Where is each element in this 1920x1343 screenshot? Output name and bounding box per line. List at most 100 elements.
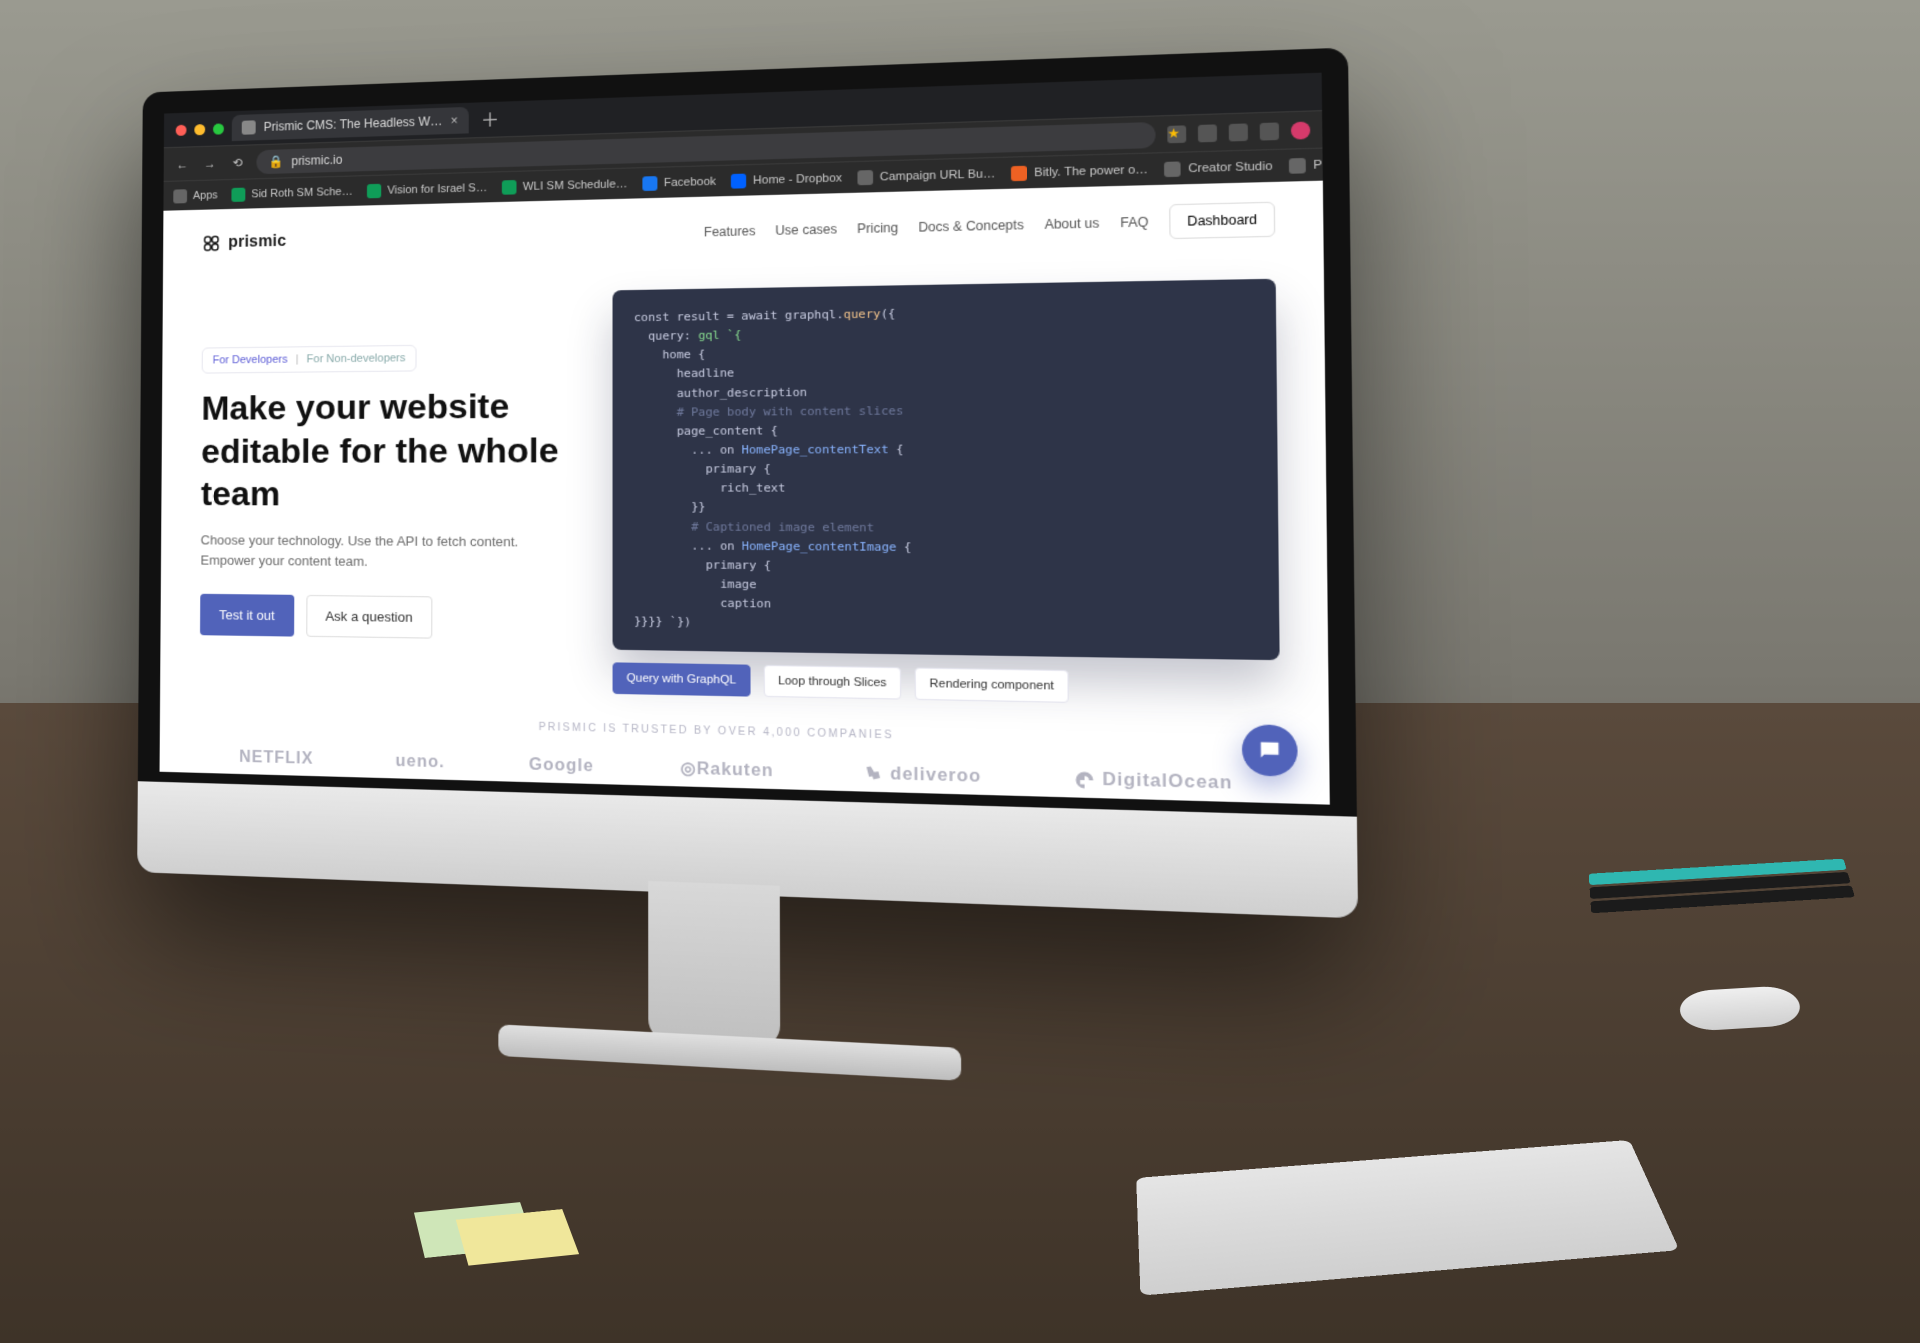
scene-photo: Prismic CMS: The Headless W… × ＋ ← → ⟲ 🔒…	[0, 0, 1920, 1343]
sheets-icon	[367, 183, 381, 198]
hero-right: const result = await graphql.query({ que…	[613, 279, 1281, 708]
code-token: image	[720, 577, 756, 591]
bookmark-item[interactable]: Apps	[173, 188, 217, 203]
monitor-bezel: Prismic CMS: The Headless W… × ＋ ← → ⟲ 🔒…	[137, 47, 1358, 918]
bookmark-item[interactable]: Facebook	[642, 174, 716, 191]
bookmark-item[interactable]: Bitly. The power o…	[1011, 162, 1148, 181]
code-example-tabs: Query with GraphQL Loop through Slices R…	[613, 663, 1070, 704]
divider: |	[296, 353, 299, 365]
bookmark-item[interactable]: WLI SM Schedule…	[502, 176, 628, 194]
code-token: rich_text	[720, 481, 785, 495]
nav-forward-icon[interactable]: →	[201, 156, 219, 170]
code-tab-rendering[interactable]: Rendering component	[915, 668, 1069, 703]
bookmark-item[interactable]: Campaign URL Bu…	[857, 166, 995, 185]
nav-link-pricing[interactable]: Pricing	[857, 220, 898, 236]
bitly-icon	[1011, 165, 1027, 180]
close-window-icon[interactable]	[176, 124, 187, 135]
imac-monitor: Prismic CMS: The Headless W… × ＋ ← → ⟲ 🔒…	[137, 47, 1358, 918]
code-token: primary {	[706, 558, 771, 572]
extension-icon[interactable]	[1291, 121, 1310, 139]
bookmark-item[interactable]: Creator Studio	[1164, 158, 1272, 176]
code-token: {	[889, 442, 904, 456]
hero-left: For Developers | For Non-developers Make…	[200, 291, 570, 693]
nav-link-docs[interactable]: Docs & Concepts	[918, 217, 1024, 234]
bookmark-star-icon[interactable]: ★	[1167, 125, 1186, 143]
primary-nav: Features Use cases Pricing Docs & Concep…	[704, 202, 1275, 249]
code-comment: # Captioned image element	[691, 520, 874, 535]
logo-digitalocean-text: DigitalOcean	[1102, 771, 1233, 794]
monitor-stand	[551, 877, 881, 1118]
audience-tab-developers[interactable]: For Developers	[213, 354, 288, 367]
code-token: graphql	[785, 308, 836, 323]
code-token: .	[836, 308, 843, 322]
logo-rakuten: ◎Rakuten	[680, 758, 773, 782]
browser-tab-active[interactable]: Prismic CMS: The Headless W… ×	[232, 107, 468, 141]
brand-logo[interactable]: prismic	[202, 233, 286, 253]
code-token: }}}} `})	[634, 615, 691, 629]
audience-tab-nondevelopers[interactable]: For Non-developers	[307, 352, 406, 365]
cta-secondary-button[interactable]: Ask a question	[306, 595, 432, 639]
code-tab-graphql[interactable]: Query with GraphQL	[613, 663, 751, 697]
bookmark-item[interactable]: Vision for Israel S…	[367, 180, 487, 198]
nav-back-icon[interactable]: ←	[173, 157, 191, 171]
hero-section: For Developers | For Non-developers Make…	[160, 245, 1329, 720]
extension-icon[interactable]	[1260, 122, 1279, 140]
bookmark-label: Percentage Calcul…	[1313, 155, 1323, 172]
code-token: query:	[648, 329, 691, 343]
facebook-icon	[642, 176, 657, 191]
nav-link-faq[interactable]: FAQ	[1120, 215, 1148, 231]
extension-icon[interactable]	[1229, 123, 1248, 141]
code-snippet-card: const result = await graphql.query({ que…	[613, 279, 1280, 661]
code-comment: # Page body with content slices	[677, 404, 904, 419]
extension-tray: ★	[1167, 121, 1310, 143]
deliveroo-icon	[863, 765, 883, 785]
new-tab-button[interactable]: ＋	[476, 106, 503, 133]
page-content: prismic Features Use cases Pricing Docs …	[160, 181, 1330, 805]
tab-close-icon[interactable]: ×	[451, 113, 458, 127]
logo-rakuten-text: Rakuten	[697, 761, 774, 781]
code-token: {	[896, 540, 911, 554]
brand-name: prismic	[228, 233, 286, 252]
code-token: ... on	[691, 539, 742, 553]
nav-reload-icon[interactable]: ⟲	[229, 155, 247, 170]
code-token: ({	[881, 307, 896, 321]
logo-ueno: ueno.	[395, 753, 444, 773]
hero-headline: Make your website editable for the whole…	[201, 384, 570, 517]
code-token: query	[844, 307, 881, 321]
link-icon	[1289, 157, 1306, 173]
prismic-logo-icon	[202, 234, 220, 252]
code-block: const result = await graphql.query({ que…	[634, 299, 1255, 640]
url-text: prismic.io	[291, 152, 342, 168]
tab-title: Prismic CMS: The Headless W…	[264, 114, 443, 134]
bookmark-item[interactable]: Percentage Calcul…	[1289, 154, 1323, 174]
nav-link-features[interactable]: Features	[704, 224, 756, 240]
logo-google: Google	[529, 756, 594, 777]
bookmark-item[interactable]: Home - Dropbox	[731, 170, 842, 188]
bookmark-label: Campaign URL Bu…	[880, 167, 996, 183]
bookmark-label: WLI SM Schedule…	[523, 177, 628, 192]
code-token: gql `{	[698, 328, 741, 342]
apps-grid-icon	[173, 189, 187, 203]
bookmark-label: Bitly. The power o…	[1034, 163, 1148, 179]
chat-icon	[1256, 738, 1283, 763]
bookmark-label: Facebook	[664, 175, 716, 189]
bookmark-label: Home - Dropbox	[753, 171, 842, 186]
logo-digitalocean: DigitalOcean	[1074, 770, 1233, 794]
cta-primary-button[interactable]: Test it out	[200, 594, 294, 637]
window-controls[interactable]	[172, 123, 224, 136]
nav-link-about[interactable]: About us	[1044, 216, 1099, 232]
minimize-window-icon[interactable]	[194, 124, 205, 135]
nav-link-use-cases[interactable]: Use cases	[775, 222, 837, 238]
extension-icon[interactable]	[1198, 124, 1217, 142]
fullscreen-window-icon[interactable]	[213, 123, 224, 134]
bookmark-label: Creator Studio	[1188, 159, 1273, 174]
digitalocean-icon	[1074, 770, 1095, 790]
code-tab-slices[interactable]: Loop through Slices	[764, 665, 902, 700]
code-token: headline	[677, 367, 735, 381]
bookmark-item[interactable]: Sid Roth SM Sche…	[231, 184, 352, 201]
dashboard-button[interactable]: Dashboard	[1169, 202, 1275, 239]
cta-row: Test it out Ask a question	[200, 594, 570, 641]
code-token: caption	[720, 596, 771, 610]
code-token: HomePage_contentImage	[742, 539, 897, 554]
code-token: page_content {	[677, 424, 778, 438]
